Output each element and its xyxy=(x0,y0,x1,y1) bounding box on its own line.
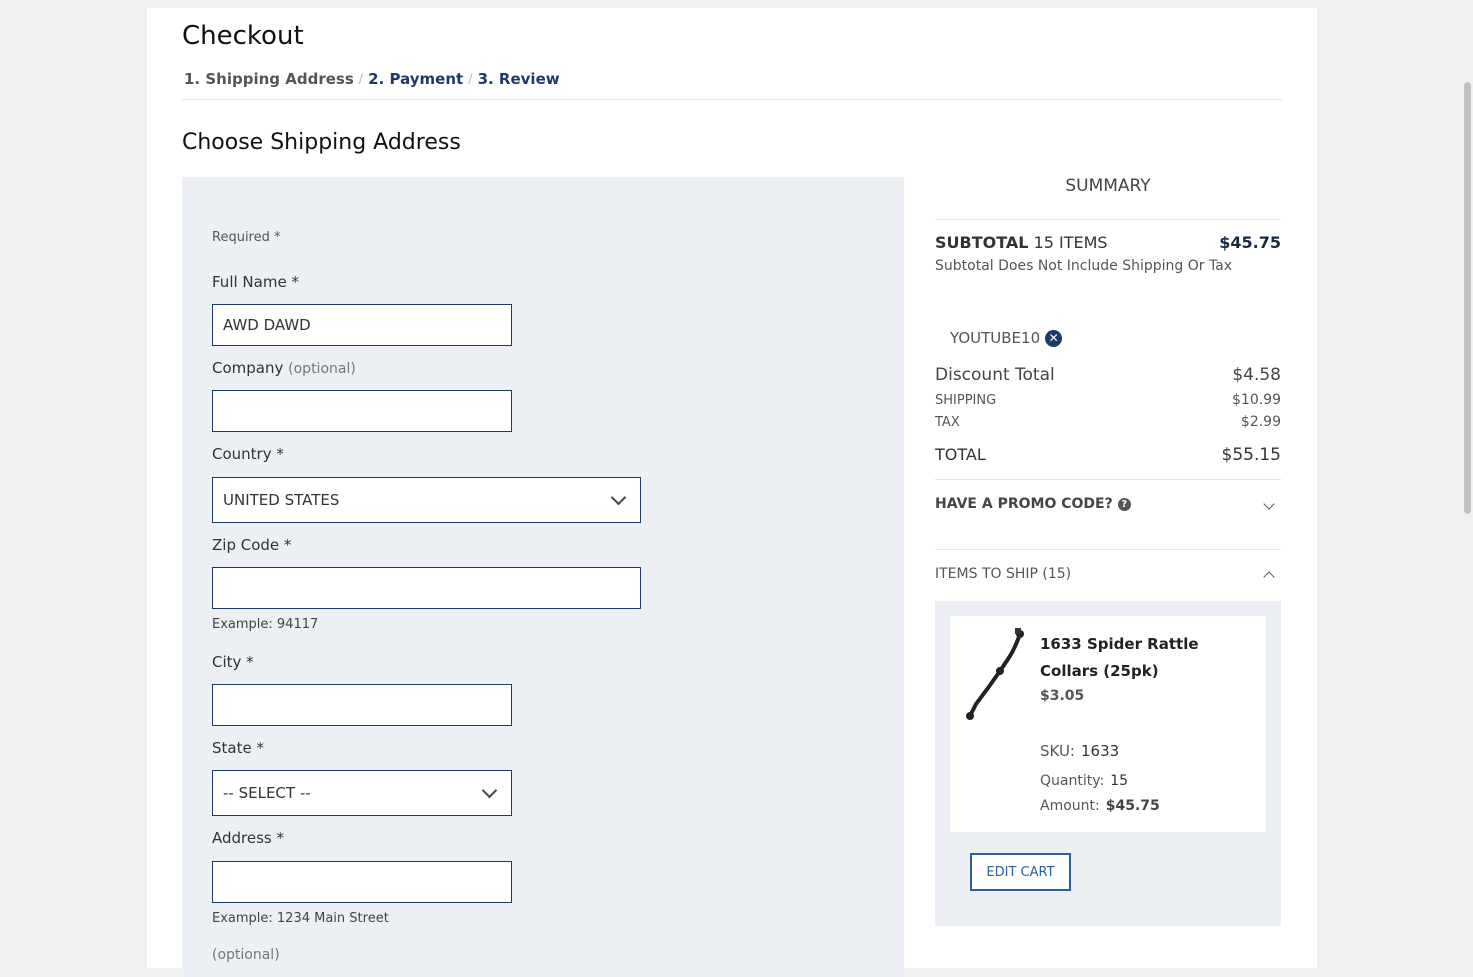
items-panel: 1633 Spider Rattle Collars (25pk) $3.05 … xyxy=(935,601,1281,926)
step-shipping-address: 1. Shipping Address xyxy=(184,70,354,88)
page-title: Checkout xyxy=(182,21,304,51)
chevron-down-icon xyxy=(610,489,627,506)
tax-value: $2.99 xyxy=(1240,414,1281,430)
product-quantity: Quantity: 15 xyxy=(1040,773,1128,789)
promo-label: HAVE A PROMO CODE? ? xyxy=(935,496,1131,512)
subtotal-note: Subtotal Does Not Include Shipping Or Ta… xyxy=(935,258,1233,274)
discount-label: Discount Total xyxy=(935,365,1055,385)
remove-coupon-icon[interactable]: ✕ xyxy=(1045,329,1063,347)
total-value: $55.15 xyxy=(1221,445,1281,465)
section-title: Choose Shipping Address xyxy=(182,130,461,155)
state-label: State * xyxy=(212,739,264,757)
step-payment[interactable]: 2. Payment xyxy=(368,70,463,88)
address-hint: Example: 1234 Main Street xyxy=(212,911,389,926)
summary-divider xyxy=(935,549,1281,550)
page-scrollbar[interactable] xyxy=(1461,0,1473,956)
address-label: Address * xyxy=(212,829,285,847)
subtotal-label: SUBTOTAL 15 ITEMS xyxy=(935,233,1108,252)
chevron-up-icon xyxy=(1263,570,1275,583)
zip-label: Zip Code * xyxy=(212,536,292,554)
country-label: Country * xyxy=(212,445,284,463)
scrollbar-thumb[interactable] xyxy=(1464,82,1471,514)
sku-label: SKU: xyxy=(1040,742,1075,760)
edit-cart-button[interactable]: EDIT CART xyxy=(970,853,1071,891)
checkout-steps: 1. Shipping Address / 2. Payment / 3. Re… xyxy=(184,70,560,88)
tax-row: TAX $2.99 xyxy=(935,414,1281,430)
product-price: $3.05 xyxy=(1040,688,1085,704)
summary-title: SUMMARY xyxy=(1065,176,1151,196)
full-name-label: Full Name * xyxy=(212,273,299,291)
amount-label: Amount: xyxy=(1040,798,1100,814)
discount-row: Discount Total $4.58 xyxy=(935,365,1281,385)
city-input[interactable] xyxy=(212,684,512,726)
chevron-down-icon xyxy=(1263,498,1275,510)
company-input[interactable] xyxy=(212,390,512,432)
sku-value: 1633 xyxy=(1081,742,1120,760)
tax-label: TAX xyxy=(935,415,960,430)
shipping-label: SHIPPING xyxy=(935,393,997,408)
zip-hint: Example: 94117 xyxy=(212,617,319,632)
header-divider xyxy=(182,99,1282,100)
shipping-value: $10.99 xyxy=(1232,392,1281,408)
step-review[interactable]: 3. Review xyxy=(478,70,560,88)
step-separator: / xyxy=(468,71,473,87)
promo-label-text: HAVE A PROMO CODE? xyxy=(935,496,1113,512)
city-label: City * xyxy=(212,653,254,671)
full-name-input[interactable]: AWD DAWD xyxy=(212,304,512,346)
coupon-code: YOUTUBE10 xyxy=(950,329,1041,347)
company-optional-text: (optional) xyxy=(288,361,356,377)
address-input[interactable] xyxy=(212,861,512,903)
discount-value: $4.58 xyxy=(1232,365,1281,385)
total-label: TOTAL xyxy=(935,445,986,464)
subtotal-label-text: SUBTOTAL xyxy=(935,233,1029,252)
product-image xyxy=(966,628,1024,720)
amount-value: $45.75 xyxy=(1105,798,1160,814)
shipping-row: SHIPPING $10.99 xyxy=(935,392,1281,408)
product-amount: Amount: $45.75 xyxy=(1040,798,1160,814)
state-select[interactable]: -- SELECT -- xyxy=(212,770,512,816)
country-select[interactable]: UNITED STATES xyxy=(212,477,641,523)
product-name[interactable]: 1633 Spider Rattle Collars (25pk) xyxy=(1040,631,1250,685)
address2-label: (optional) xyxy=(212,947,280,963)
shipping-address-form: Required * Full Name * AWD DAWD Company … xyxy=(182,177,904,977)
zip-input[interactable] xyxy=(212,567,641,609)
items-to-ship-toggle[interactable]: ITEMS TO SHIP (15) xyxy=(935,566,1281,583)
company-label-text: Company xyxy=(212,359,284,377)
total-row: TOTAL $55.15 xyxy=(935,445,1281,465)
quantity-value: 15 xyxy=(1110,773,1129,789)
product-sku: SKU: 1633 xyxy=(1040,742,1119,760)
applied-coupon: YOUTUBE10 ✕ xyxy=(950,329,1063,347)
state-value: -- SELECT -- xyxy=(223,784,311,802)
help-icon[interactable]: ? xyxy=(1117,497,1131,511)
subtotal-value: $45.75 xyxy=(1219,233,1281,252)
summary-divider xyxy=(935,479,1281,480)
checkout-page: Checkout 1. Shipping Address / 2. Paymen… xyxy=(147,8,1317,977)
subtotal-item-count: 15 ITEMS xyxy=(1033,233,1108,252)
summary-divider xyxy=(935,219,1281,220)
company-label: Company (optional) xyxy=(212,359,356,377)
promo-code-toggle[interactable]: HAVE A PROMO CODE? ? xyxy=(935,496,1281,512)
items-to-ship-label: ITEMS TO SHIP (15) xyxy=(935,566,1072,582)
quantity-label: Quantity: xyxy=(1040,773,1105,789)
chevron-down-icon xyxy=(481,782,498,799)
cart-item-card: 1633 Spider Rattle Collars (25pk) $3.05 … xyxy=(950,616,1266,832)
subtotal-row: SUBTOTAL 15 ITEMS $45.75 xyxy=(935,233,1281,252)
step-separator: / xyxy=(358,71,364,87)
country-value: UNITED STATES xyxy=(223,491,340,509)
required-note: Required * xyxy=(212,230,281,245)
full-name-value: AWD DAWD xyxy=(223,316,311,334)
